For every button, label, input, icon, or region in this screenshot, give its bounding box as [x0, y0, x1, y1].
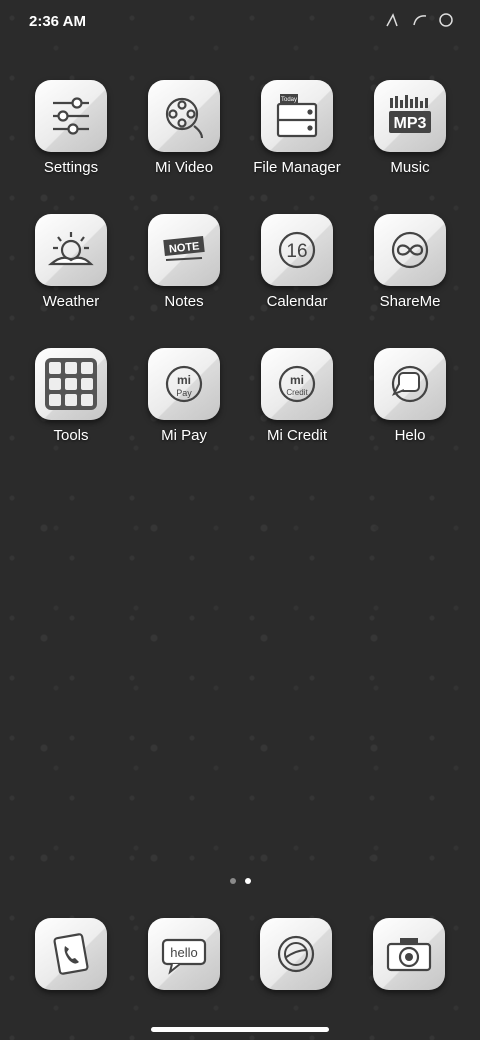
mi-pay-icon: mi Pay	[165, 365, 203, 403]
app-calendar[interactable]: 16 Calendar	[241, 214, 353, 310]
app-label: Mi Credit	[266, 427, 327, 444]
app-label: Tools	[53, 427, 89, 444]
app-notes[interactable]: NOTE Notes	[128, 214, 240, 310]
page-dot-1[interactable]	[229, 878, 236, 884]
app-weather[interactable]: Weather	[15, 214, 127, 310]
file-cabinet-icon: Today	[276, 94, 318, 138]
sunrise-icon	[47, 232, 94, 266]
icon-text-credit: Credit	[286, 388, 308, 397]
icon-text-note: NOTE	[168, 240, 200, 255]
app-label: Helo	[394, 427, 426, 444]
home-indicator[interactable]	[151, 1027, 329, 1032]
app-file-manager[interactable]: Today File Manager	[241, 80, 353, 176]
dock-phone[interactable]	[34, 918, 108, 990]
app-settings[interactable]: Settings	[15, 80, 127, 176]
app-label: File Manager	[253, 159, 341, 176]
status-time: 2:36 AM	[29, 13, 86, 30]
page-dot-2[interactable]	[244, 878, 251, 884]
signal-icon	[386, 13, 398, 27]
app-music[interactable]: MP3 Music	[354, 80, 466, 176]
app-tools[interactable]: Tools	[15, 348, 127, 444]
battery-ring-icon	[439, 13, 453, 27]
app-mi-pay[interactable]: mi Pay Mi Pay	[128, 348, 240, 444]
icon-text-pay: Pay	[176, 388, 192, 398]
mi-credit-icon: mi Credit	[278, 365, 316, 403]
app-label: Mi Video	[154, 159, 214, 176]
icon-text-mi: mi	[290, 373, 304, 387]
camera-icon	[386, 938, 432, 972]
phone-icon	[53, 933, 89, 975]
status-bar: 2:36 AM	[0, 0, 480, 44]
app-label: Mi Pay	[161, 427, 207, 444]
note-icon: NOTE	[163, 235, 205, 261]
infinity-icon	[391, 231, 429, 269]
icon-text-mi: mi	[177, 373, 191, 387]
hello-message-icon: hello	[161, 938, 207, 975]
app-label: ShareMe	[379, 293, 441, 310]
app-label: Settings	[43, 159, 99, 176]
app-label: Weather	[42, 293, 100, 310]
calendar-16-icon: 16	[278, 231, 316, 269]
app-mi-credit[interactable]: mi Credit Mi Credit	[241, 348, 353, 444]
dock-browser[interactable]	[259, 918, 333, 990]
app-label: Notes	[164, 293, 204, 310]
app-helo[interactable]: Helo	[354, 348, 466, 444]
browser-globe-icon	[277, 935, 315, 973]
page-indicator	[0, 878, 480, 884]
app-mi-video[interactable]: Mi Video	[128, 80, 240, 176]
icon-text-today: Today	[281, 97, 297, 103]
tools-grid-icon	[45, 358, 97, 410]
app-label: Calendar	[266, 293, 328, 310]
icon-text-hello: hello	[170, 945, 197, 960]
dock-messages[interactable]: hello	[147, 918, 221, 990]
chat-bubbles-icon	[391, 365, 429, 403]
sliders-icon	[53, 97, 89, 135]
status-icons	[386, 12, 454, 28]
wifi-icon	[413, 15, 427, 26]
app-shareme[interactable]: ShareMe	[354, 214, 466, 310]
app-label: Music	[390, 159, 430, 176]
film-reel-icon	[165, 97, 204, 139]
mp3-icon: MP3	[389, 95, 431, 133]
icon-text-mp3: MP3	[394, 115, 427, 132]
dock-camera[interactable]	[372, 918, 446, 990]
icon-text-calendar-day: 16	[286, 241, 307, 262]
